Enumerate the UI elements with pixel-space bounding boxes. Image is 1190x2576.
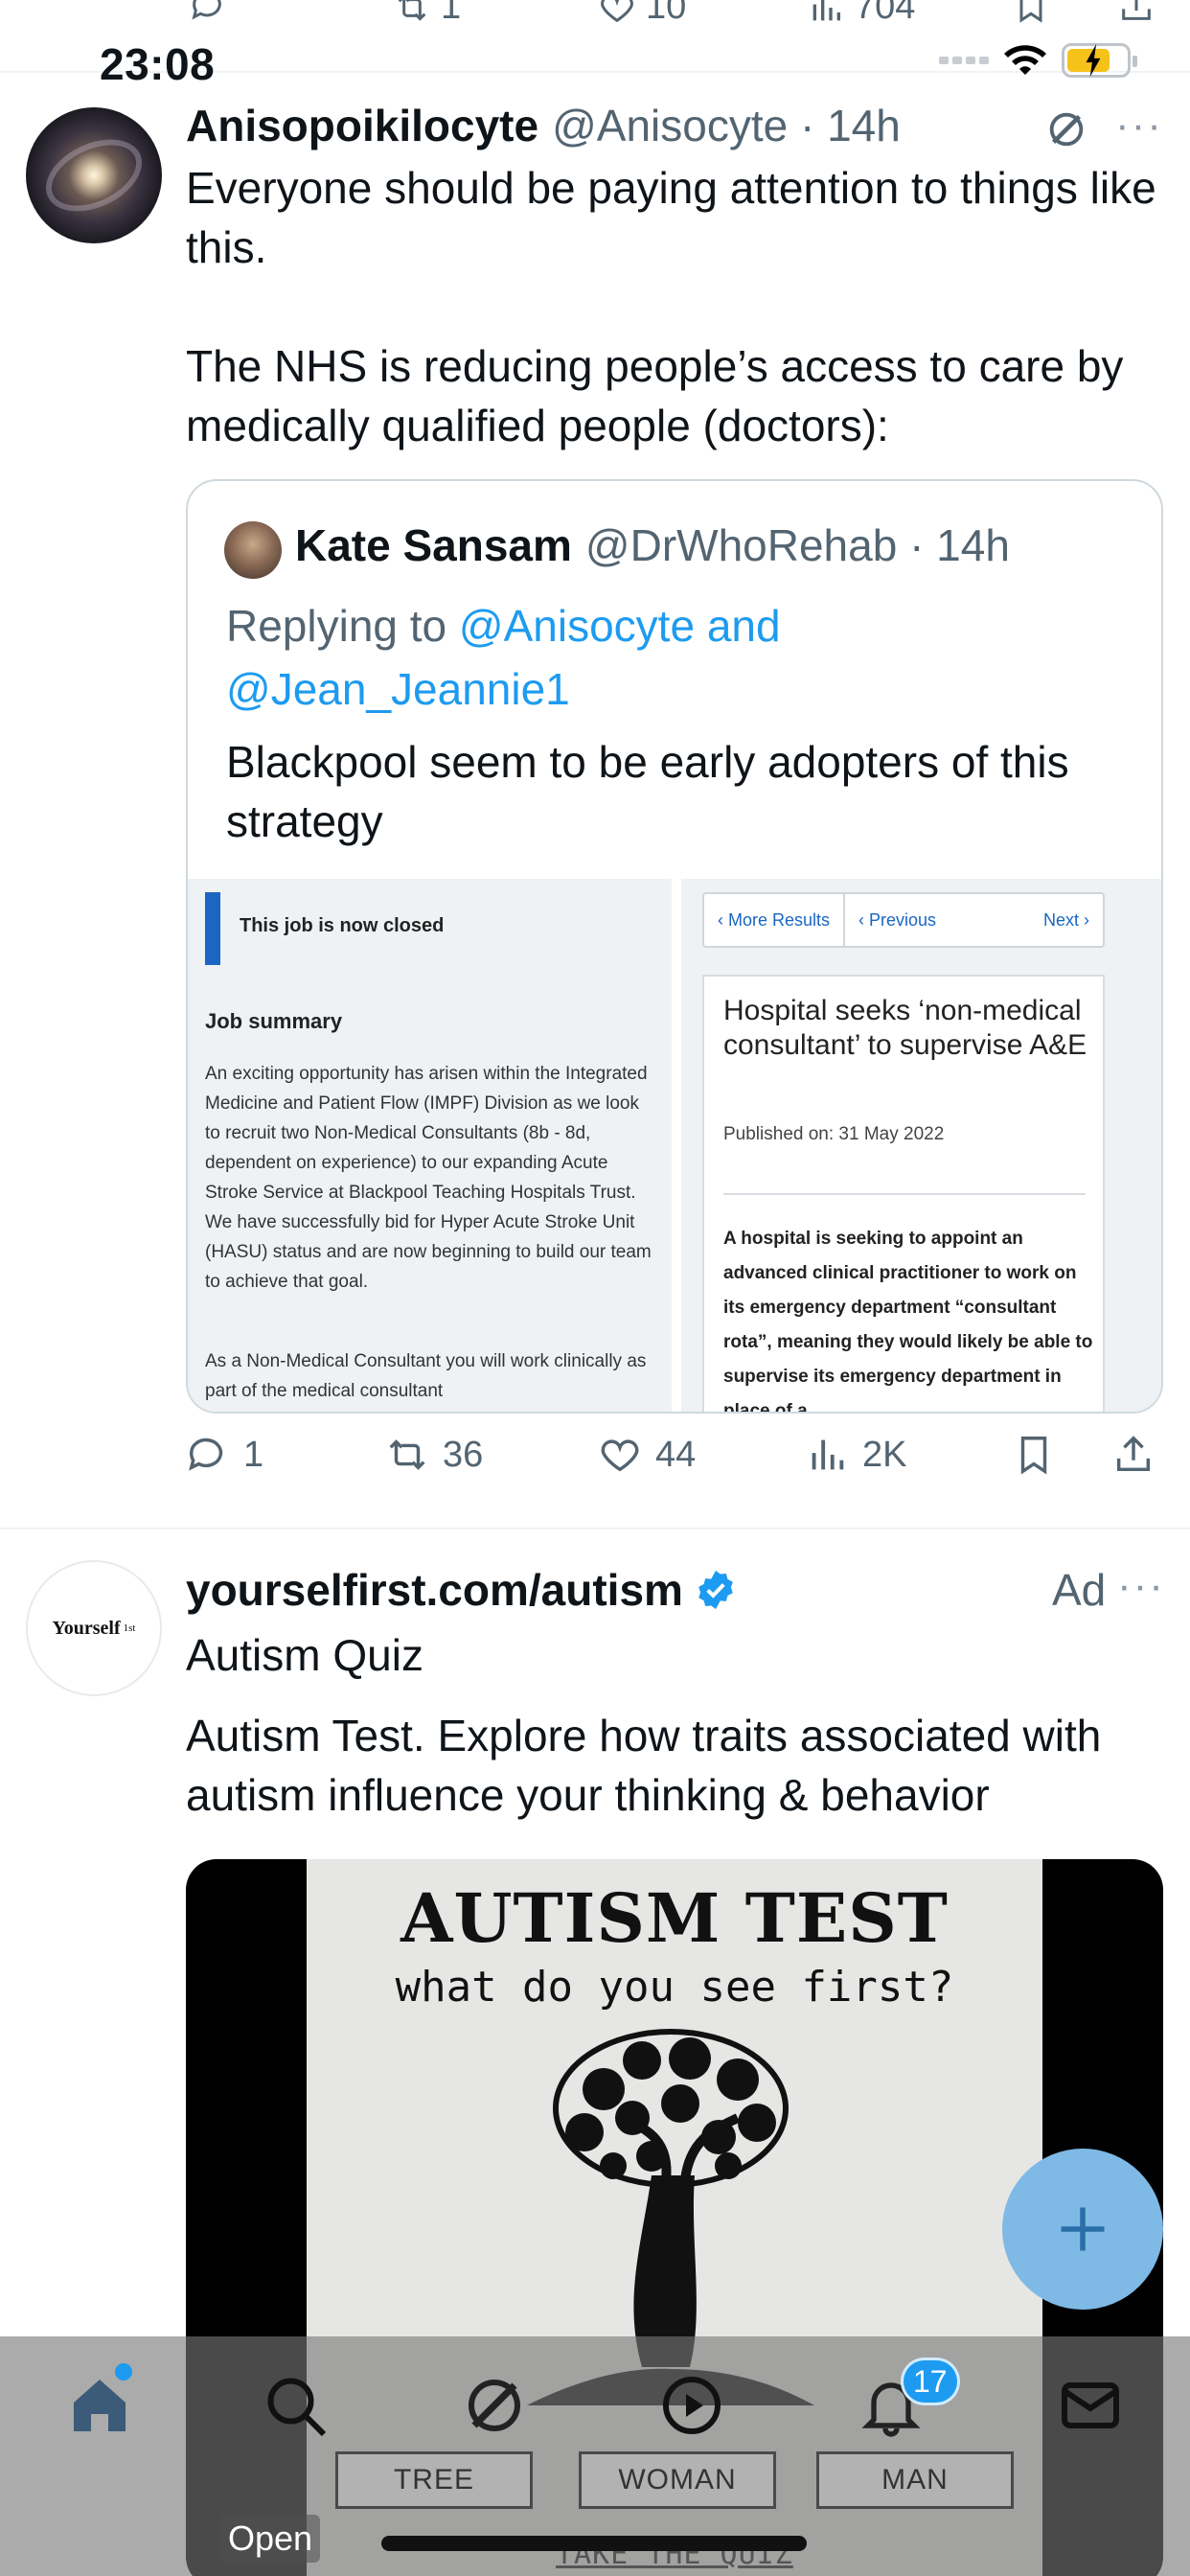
home-icon[interactable] — [65, 2371, 134, 2440]
ad-title: Autism Quiz — [186, 1630, 423, 1680]
advertiser-logo-sup: 1st — [123, 1622, 136, 1634]
tweet-divider — [0, 1528, 1190, 1530]
home-unread-dot — [115, 2363, 132, 2380]
author-name[interactable]: Anisopoikilocyte — [186, 100, 538, 151]
choice-tree[interactable]: TREE — [335, 2451, 533, 2509]
tweet-actions: 1 36 44 2K — [186, 1433, 1163, 1494]
job-summary-paragraph-2: As a Non-Medical Consultant you will wor… — [205, 1351, 647, 1401]
job-listing-image[interactable]: This job is now closed Job summary An ex… — [188, 879, 672, 1412]
battery-icon — [1062, 43, 1137, 78]
job-summary-heading: Job summary — [205, 1009, 343, 1033]
verified-badge-icon — [698, 1570, 733, 1610]
article-published: Published on: 31 May 2022 — [723, 1124, 945, 1144]
views-icon — [812, 0, 840, 20]
tweet-text: Everyone should be paying attention to t… — [186, 163, 1156, 450]
news-article-image[interactable]: ‹ More Results ‹ Previous Next › Hospita… — [681, 879, 1161, 1414]
like-button[interactable]: 44 — [598, 1433, 696, 1477]
quote-author-avatar — [224, 521, 282, 579]
retweet-action[interactable]: 1 — [393, 0, 461, 28]
reply-count: 1 — [243, 1434, 264, 1475]
closed-banner-bar — [205, 892, 220, 965]
play-icon[interactable] — [657, 2371, 726, 2440]
advertiser-avatar[interactable]: Yourself 1st — [26, 1560, 162, 1696]
author-handle-time[interactable]: @Anisocyte · 14h — [552, 100, 901, 151]
share-icon — [1116, 1436, 1151, 1472]
nav-previous: ‹ Previous — [858, 909, 937, 930]
bookmark-icon[interactable] — [1012, 0, 1050, 25]
replying-prefix: Replying to — [226, 601, 459, 651]
like-count: 10 — [646, 0, 687, 27]
author-avatar[interactable] — [26, 107, 162, 243]
quote-author-handle-time: @DrWhoRehab · 14h — [584, 520, 1010, 570]
retweet-button[interactable]: 36 — [385, 1433, 483, 1477]
advertiser-domain[interactable]: yourselfirst.com/autism — [186, 1564, 683, 1616]
cellular-signal-icon — [939, 57, 989, 64]
wifi-icon — [1004, 45, 1046, 75]
reply-button[interactable]: 1 — [186, 1433, 263, 1477]
retweet-count: 1 — [441, 0, 462, 27]
bookmark-icon — [1020, 1437, 1047, 1475]
ad-label: Ad — [1052, 1565, 1107, 1615]
quote-media[interactable]: This job is now closed Job summary An ex… — [188, 879, 1161, 1414]
tweet-header: Anisopoikilocyte @Anisocyte · 14h — [186, 100, 901, 151]
more-options-icon[interactable]: ··· — [1115, 102, 1163, 150]
choice-man[interactable]: MAN — [816, 2451, 1014, 2509]
compose-button[interactable] — [1002, 2149, 1163, 2310]
retweet-count: 36 — [443, 1434, 484, 1475]
bookmark-button[interactable] — [1012, 1433, 1056, 1477]
share-button[interactable] — [1111, 1433, 1156, 1477]
share-icon[interactable] — [1117, 0, 1156, 25]
job-closed-text: This job is now closed — [240, 915, 445, 936]
like-action[interactable]: 10 — [598, 0, 686, 28]
choice-woman[interactable]: WOMAN — [579, 2451, 776, 2509]
job-summary-paragraph: An exciting opportunity has arisen withi… — [205, 1064, 652, 1292]
retweet-icon — [389, 1439, 425, 1470]
status-indicators — [939, 42, 1137, 79]
ad-more-options-icon[interactable]: ··· — [1117, 1562, 1165, 1610]
ad-header[interactable]: yourselfirst.com/autism — [186, 1564, 737, 1616]
quote-author-name: Kate Sansam — [295, 520, 572, 570]
heart-icon — [601, 0, 633, 22]
quote-header: Kate Sansam @DrWhoRehab · 14h — [295, 519, 1010, 571]
article-headline: Hospital seeks ‘non-medical consultant’ … — [723, 995, 1087, 1061]
views-count: 704 — [855, 0, 916, 27]
like-count: 44 — [655, 1434, 697, 1475]
reply-icon — [189, 1438, 223, 1471]
grok-icon[interactable] — [1044, 107, 1088, 151]
home-indicator[interactable] — [381, 2536, 807, 2551]
views-count: 2K — [862, 1434, 907, 1475]
search-icon[interactable] — [261, 2371, 330, 2440]
views-icon — [812, 1439, 844, 1470]
reply-icon[interactable] — [188, 0, 226, 25]
views-button[interactable]: 2K — [805, 1433, 906, 1477]
article-card: Hospital seeks ‘non-medical consultant’ … — [702, 975, 1105, 1414]
quote-text: Blackpool seem to be early adopters of t… — [226, 737, 1069, 846]
retweet-icon — [398, 0, 426, 21]
replying-to: Replying to @Anisocyte and @Jean_Jeannie… — [226, 594, 897, 721]
ad-image-heading: AUTISM TEST — [400, 1878, 949, 1958]
views-action[interactable]: 704 — [807, 0, 915, 28]
article-lede: A hospital is seeking to appoint an adva… — [723, 1229, 1093, 1414]
article-nav: ‹ More Results ‹ Previous Next › — [702, 892, 1105, 948]
ad-text: Autism Test. Explore how traits associat… — [186, 1711, 1102, 1820]
status-time: 23:08 — [100, 39, 216, 89]
ad-image-subheading: what do you see first? — [395, 1963, 954, 2012]
open-ad-button[interactable]: Open — [220, 2515, 321, 2563]
grok-tab-icon[interactable] — [460, 2371, 529, 2440]
nav-next: Next › — [1042, 909, 1089, 930]
plus-icon — [1061, 2207, 1105, 2251]
nav-more-results: ‹ More Results — [718, 909, 831, 930]
heart-icon — [601, 1439, 639, 1472]
messages-mail-icon[interactable] — [1056, 2371, 1125, 2440]
quoted-tweet[interactable]: Kate Sansam @DrWhoRehab · 14h Replying t… — [186, 479, 1163, 1414]
notifications-badge: 17 — [901, 2358, 960, 2405]
advertiser-logo-text: Yourself — [52, 1617, 121, 1639]
